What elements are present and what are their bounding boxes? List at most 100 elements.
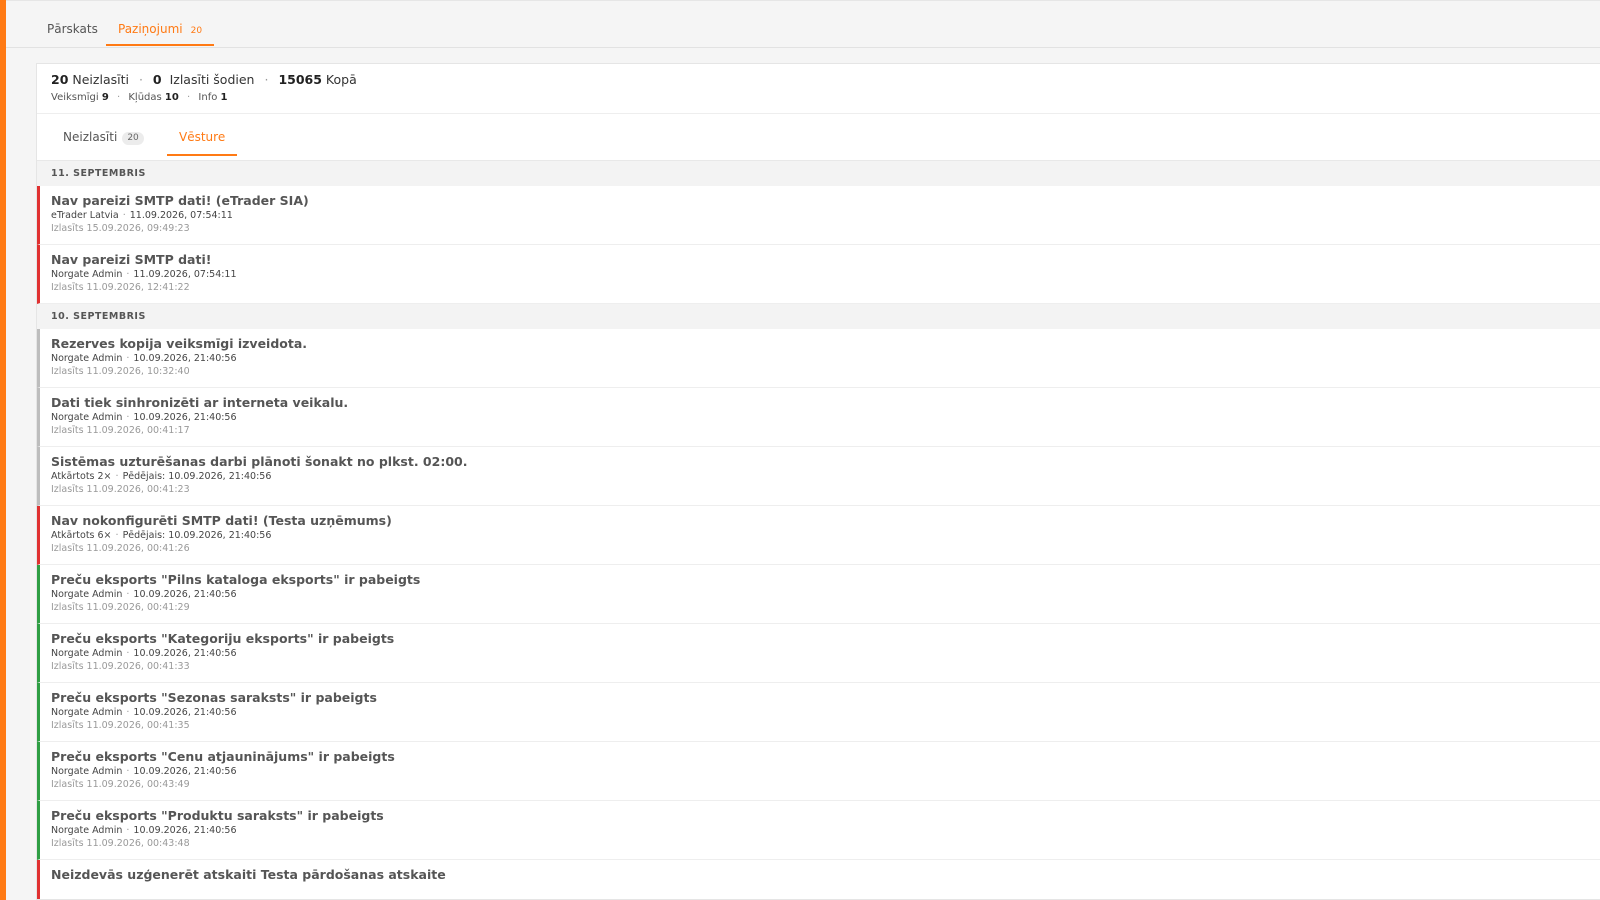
notification-timestamp: Pēdējais: 10.09.2026, 21:40:56 xyxy=(122,471,272,482)
subtab-history[interactable]: Vēsture xyxy=(167,124,238,156)
notification-timestamp: 10.09.2026, 21:40:56 xyxy=(133,707,237,718)
subtab-unread[interactable]: Neizlasīti 20 xyxy=(63,124,144,156)
notification-title: Preču eksports "Sezonas saraksts" ir pab… xyxy=(51,690,377,705)
notification-timestamp: 11.09.2026, 07:54:11 xyxy=(133,269,237,280)
date-group-header: 11. SEPTEMBRIS xyxy=(37,161,1600,186)
notification-read-time: Izlasīts 11.09.2026, 12:41:22 xyxy=(51,282,190,293)
date-group-header: 10. SEPTEMBRIS xyxy=(37,304,1600,329)
notification-title: Preču eksports "Pilns kataloga eksports"… xyxy=(51,572,421,587)
notification-read-time: Izlasīts 11.09.2026, 00:41:26 xyxy=(51,543,190,554)
unread-count-pill: 20 xyxy=(122,132,144,145)
notification-meta: Norgate Admin · 10.09.2026, 21:40:56 xyxy=(51,589,237,600)
read-today-label: Izlasīti šodien xyxy=(169,72,255,87)
notification-source: Norgate Admin xyxy=(51,269,123,280)
separator-dot: · xyxy=(122,210,126,221)
read-today-count: 0 xyxy=(152,72,162,87)
success-label: Veiksmīgi xyxy=(51,92,99,103)
stats-summary: 20 Neizlasīti · 0 Izlasīti šodien · 1506… xyxy=(51,72,357,87)
notification-title: Nav pareizi SMTP dati! (eTrader SIA) xyxy=(51,193,309,208)
notification-item[interactable]: Sistēmas uzturēšanas darbi plānoti šonak… xyxy=(37,447,1600,506)
notifications-card: 20 Neizlasīti · 0 Izlasīti šodien · 1506… xyxy=(36,63,1600,900)
notification-meta: Norgate Admin · 10.09.2026, 21:40:56 xyxy=(51,825,237,836)
unread-count: 20 xyxy=(51,72,69,87)
notification-meta: Norgate Admin · 10.09.2026, 21:40:56 xyxy=(51,648,237,659)
notification-item[interactable]: Preču eksports "Pilns kataloga eksports"… xyxy=(37,565,1600,624)
separator-dot: · xyxy=(115,471,119,482)
notification-timestamp: 10.09.2026, 21:40:56 xyxy=(133,589,237,600)
notification-item[interactable]: Rezerves kopija veiksmīgi izveidota. Norg… xyxy=(37,329,1600,388)
notification-title: Sistēmas uzturēšanas darbi plānoti šonak… xyxy=(51,454,468,469)
notification-item[interactable]: Preču eksports "Cenu atjauninājums" ir p… xyxy=(37,742,1600,801)
notification-title: Nav pareizi SMTP dati! xyxy=(51,252,212,267)
separator-dot: · xyxy=(115,530,119,541)
separator-dot: · xyxy=(126,269,130,280)
success-count: 9 xyxy=(101,92,109,103)
notification-source: Norgate Admin xyxy=(51,589,123,600)
notification-read-time: Izlasīts 11.09.2026, 00:43:48 xyxy=(51,838,190,849)
separator-dot: · xyxy=(187,92,191,103)
notification-meta: Norgate Admin · 10.09.2026, 21:40:56 xyxy=(51,707,237,718)
notification-item[interactable]: Nav pareizi SMTP dati! (eTrader SIA) eTra… xyxy=(37,186,1600,245)
notification-item[interactable]: Preču eksports "Sezonas saraksts" ir pab… xyxy=(37,683,1600,742)
notification-meta: Norgate Admin · 11.09.2026, 07:54:11 xyxy=(51,269,237,280)
notification-read-time: Izlasīts 11.09.2026, 00:41:23 xyxy=(51,484,190,495)
notification-item[interactable]: Preču eksports "Produktu saraksts" ir pa… xyxy=(37,801,1600,860)
notification-read-time: Izlasīts 11.09.2026, 10:32:40 xyxy=(51,366,190,377)
notification-list: 11. SEPTEMBRIS Nav pareizi SMTP dati! (eT… xyxy=(37,160,1600,899)
notification-source: Norgate Admin xyxy=(51,648,123,659)
info-label: Info xyxy=(198,92,218,103)
notification-meta: Norgate Admin · 10.09.2026, 21:40:56 xyxy=(51,412,237,423)
notification-timestamp: Pēdējais: 10.09.2026, 21:40:56 xyxy=(122,530,272,541)
tab-notifications[interactable]: Paziņojumi 20 xyxy=(106,1,215,46)
notification-source: Norgate Admin xyxy=(51,353,123,364)
separator-dot: · xyxy=(126,648,130,659)
notification-read-time: Izlasīts 11.09.2026, 00:41:33 xyxy=(51,661,190,672)
notification-source: eTrader Latvia xyxy=(51,210,119,221)
notification-source: Atkārtots 2× xyxy=(51,471,112,482)
separator-dot: · xyxy=(126,589,130,600)
divider xyxy=(37,113,1600,114)
notification-read-time: Izlasīts 15.09.2026, 09:49:23 xyxy=(51,223,190,234)
info-count: 1 xyxy=(220,92,228,103)
tab-overview-label: Pārskats xyxy=(47,22,98,36)
notification-timestamp: 11.09.2026, 07:54:11 xyxy=(129,210,233,221)
notification-meta: Norgate Admin · 10.09.2026, 21:40:56 xyxy=(51,766,237,777)
separator-dot: · xyxy=(126,707,130,718)
notification-item[interactable]: Neizdevās uzģenerēt atskaiti Testa pārdo… xyxy=(37,860,1600,899)
top-tab-bar: Pārskats Paziņojumi 20 xyxy=(6,0,1600,48)
notification-title: Preču eksports "Produktu saraksts" ir pa… xyxy=(51,808,384,823)
separator-dot: · xyxy=(264,72,269,87)
separator-dot: · xyxy=(126,766,130,777)
notification-meta: Norgate Admin · 10.09.2026, 21:40:56 xyxy=(51,353,237,364)
notification-timestamp: 10.09.2026, 21:40:56 xyxy=(133,648,237,659)
separator-dot: · xyxy=(126,412,130,423)
notification-source: Norgate Admin xyxy=(51,707,123,718)
notification-item[interactable]: Nav nokonfigurēti SMTP dati! (Testa uzņē… xyxy=(37,506,1600,565)
total-label: Kopā xyxy=(325,72,357,87)
notification-source: Atkārtots 6× xyxy=(51,530,112,541)
notification-title: Dati tiek sinhronizēti ar interneta veik… xyxy=(51,395,349,410)
main-area: Pārskats Paziņojumi 20 20 Neizlasīti · 0 … xyxy=(6,0,1600,900)
notification-title: Rezerves kopija veiksmīgi izveidota. xyxy=(51,336,308,351)
notification-title: Preču eksports "Kategoriju eksports" ir … xyxy=(51,631,395,646)
notification-item[interactable]: Preču eksports "Kategoriju eksports" ir … xyxy=(37,624,1600,683)
separator-dot: · xyxy=(126,353,130,364)
notification-item[interactable]: Dati tiek sinhronizēti ar interneta veik… xyxy=(37,388,1600,447)
notification-read-time: Izlasīts 11.09.2026, 00:41:35 xyxy=(51,720,190,731)
notification-meta: Atkārtots 2× · Pēdējais: 10.09.2026, 21:40… xyxy=(51,471,271,482)
notification-timestamp: 10.09.2026, 21:40:56 xyxy=(133,825,237,836)
separator-dot: · xyxy=(117,92,121,103)
notification-item[interactable]: Nav pareizi SMTP dati! Norgate Admin · 11.0… xyxy=(37,245,1600,304)
notification-read-time: Izlasīts 11.09.2026, 00:41:17 xyxy=(51,425,190,436)
separator-dot: · xyxy=(138,72,143,87)
tab-notifications-label: Paziņojumi xyxy=(118,22,183,36)
separator-dot: · xyxy=(126,825,130,836)
notification-source: Norgate Admin xyxy=(51,825,123,836)
tab-overview[interactable]: Pārskats xyxy=(47,1,98,46)
notifications-count-badge: 20 xyxy=(190,26,203,36)
unread-label: Neizlasīti xyxy=(72,72,129,87)
error-label: Kļūdas xyxy=(128,92,162,103)
notification-read-time: Izlasīts 11.09.2026, 00:43:49 xyxy=(51,779,190,790)
notification-source: Norgate Admin xyxy=(51,766,123,777)
total-count: 15065 xyxy=(278,72,322,87)
